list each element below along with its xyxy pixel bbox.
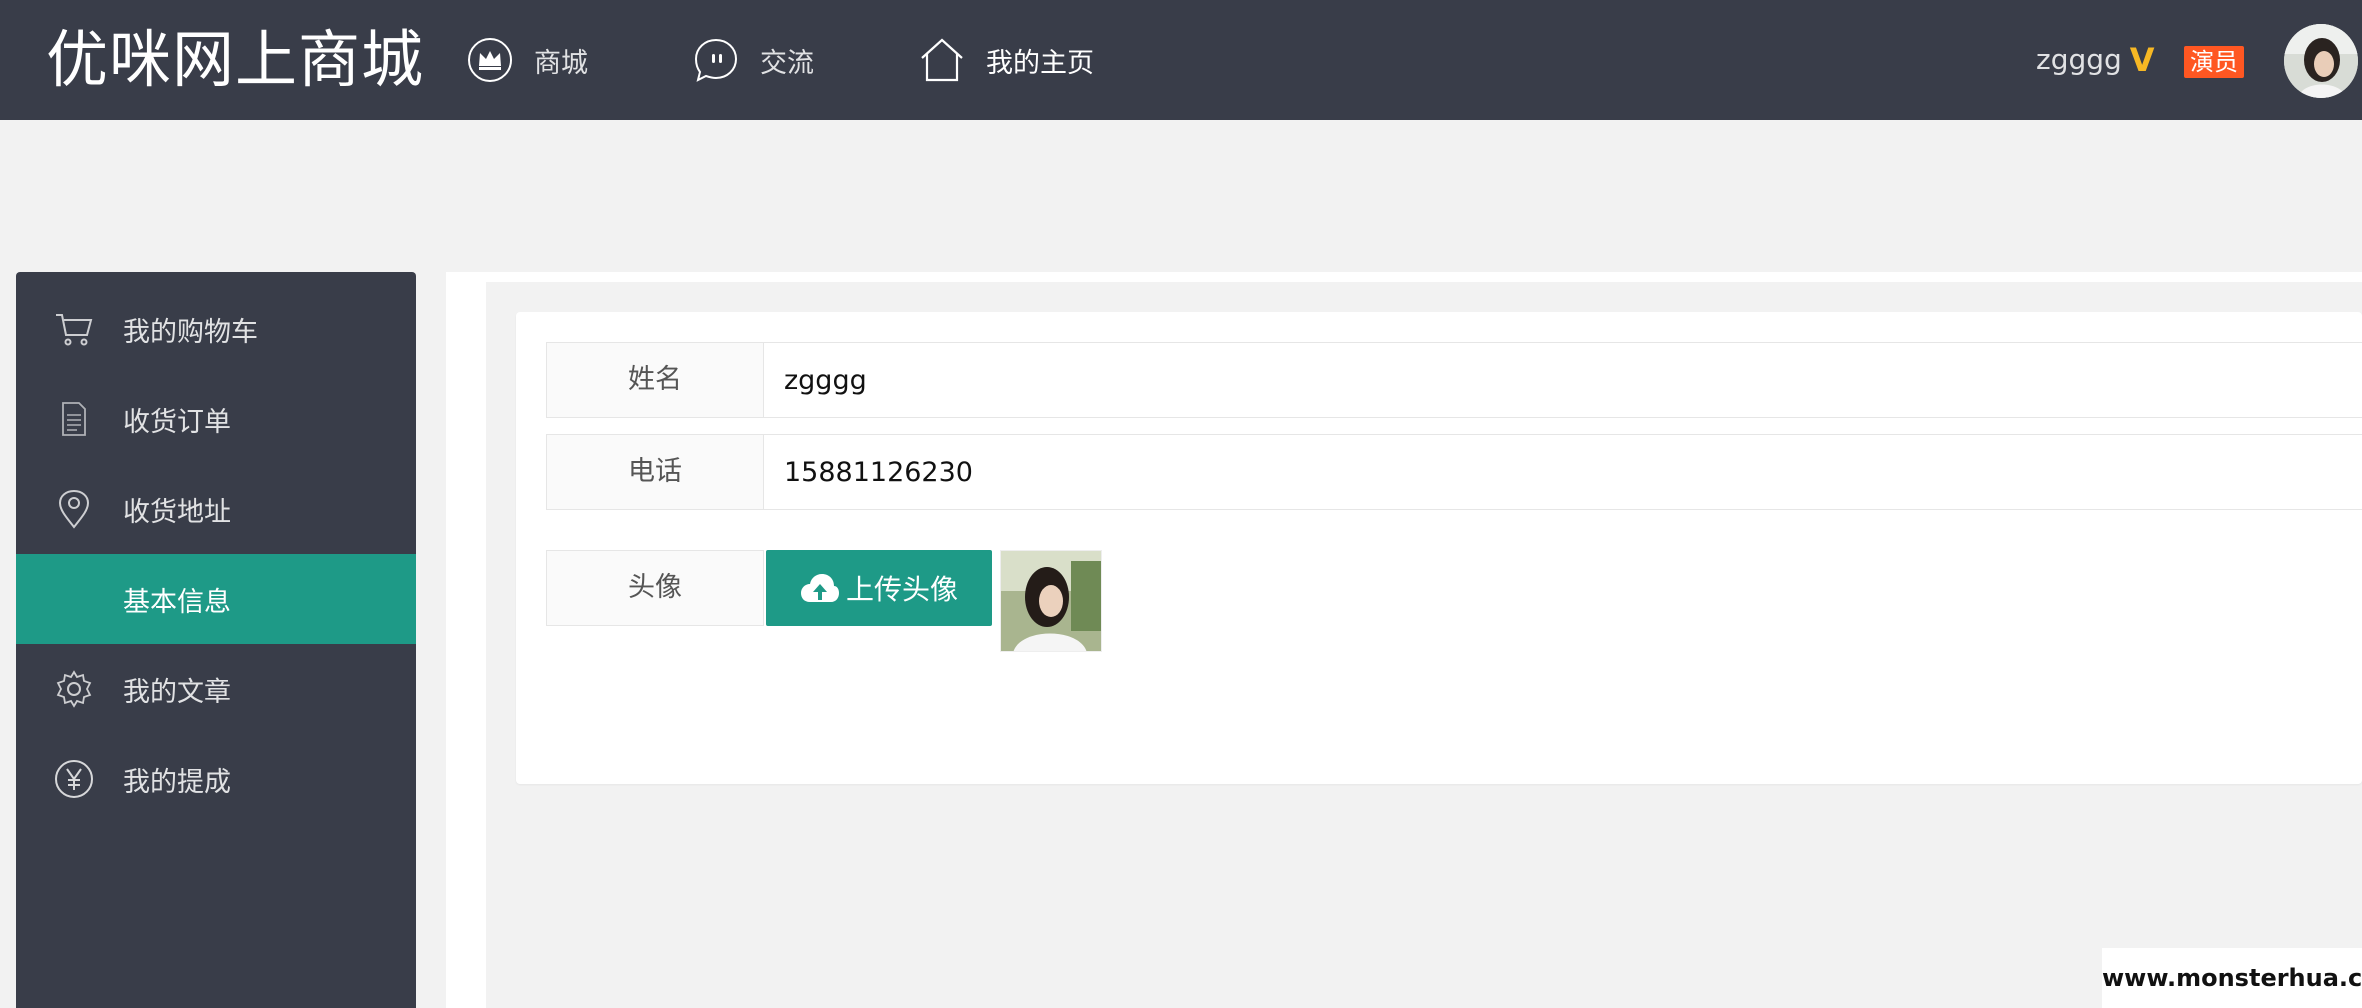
chat-bubble-icon bbox=[694, 38, 738, 82]
top-header: 优咪网上商城 商城 交流 我的主页 zgggg V 演员 bbox=[0, 0, 2362, 120]
sidebar-item-label: 收货地址 bbox=[123, 496, 231, 528]
role-badge: 演员 bbox=[2184, 46, 2244, 78]
user-name-text: zgggg bbox=[2036, 43, 2122, 76]
site-logo[interactable]: 优咪网上商城 bbox=[46, 22, 424, 98]
yen-icon bbox=[54, 759, 94, 799]
sidebar-item-cart[interactable]: 我的购物车 bbox=[16, 284, 416, 374]
crown-icon bbox=[468, 38, 512, 82]
location-pin-icon bbox=[54, 489, 94, 529]
nav-home-label: 我的主页 bbox=[986, 47, 1094, 79]
nav-home[interactable]: 我的主页 bbox=[918, 30, 1094, 90]
upload-avatar-button[interactable]: 上传头像 bbox=[766, 550, 992, 626]
sidebar-item-commission[interactable]: 我的提成 bbox=[16, 734, 416, 824]
sidebar-item-address[interactable]: 收货地址 bbox=[16, 464, 416, 554]
sidebar: 我的购物车收货订单收货地址基本信息我的文章我的提成 bbox=[16, 272, 416, 1008]
phone-label: 电话 bbox=[546, 434, 764, 510]
phone-row: 电话 bbox=[546, 434, 2362, 510]
sidebar-item-label: 基本信息 bbox=[123, 586, 231, 618]
sidebar-item-label: 我的购物车 bbox=[123, 316, 258, 348]
upload-avatar-label: 上传头像 bbox=[845, 573, 958, 606]
avatar[interactable] bbox=[2284, 24, 2358, 98]
cloud-upload-icon bbox=[800, 574, 839, 602]
user-name[interactable]: zgggg V bbox=[2036, 40, 2155, 80]
watermark: www.monsterhua.com bbox=[2102, 948, 2362, 1008]
avatar-row: 头像 上传头像 bbox=[546, 550, 2362, 652]
sidebar-item-label: 我的提成 bbox=[123, 766, 231, 798]
nav-shop[interactable]: 商城 bbox=[466, 30, 588, 90]
name-row: 姓名 bbox=[546, 342, 2362, 418]
avatar-preview-photo bbox=[1001, 551, 1101, 651]
nav-chat[interactable]: 交流 bbox=[692, 30, 814, 90]
sidebar-item-articles[interactable]: 我的文章 bbox=[16, 644, 416, 734]
cart-icon bbox=[54, 309, 94, 349]
name-input[interactable] bbox=[763, 342, 2362, 418]
sidebar-item-orders[interactable]: 收货订单 bbox=[16, 374, 416, 464]
home-icon bbox=[921, 38, 963, 82]
sidebar-item-basic-info[interactable]: 基本信息 bbox=[16, 554, 416, 644]
avatar-label: 头像 bbox=[546, 550, 764, 626]
nav-chat-label: 交流 bbox=[760, 47, 814, 79]
phone-input[interactable] bbox=[763, 434, 2362, 510]
avatar-photo bbox=[2284, 24, 2358, 98]
document-icon bbox=[54, 399, 94, 439]
nav-shop-label: 商城 bbox=[534, 47, 588, 79]
gear-icon bbox=[54, 669, 94, 709]
name-label: 姓名 bbox=[546, 342, 764, 418]
sidebar-item-label: 收货订单 bbox=[123, 406, 231, 438]
sidebar-item-label: 我的文章 bbox=[123, 676, 231, 708]
vip-icon: V bbox=[2129, 41, 2155, 79]
avatar-preview bbox=[1000, 550, 1102, 652]
